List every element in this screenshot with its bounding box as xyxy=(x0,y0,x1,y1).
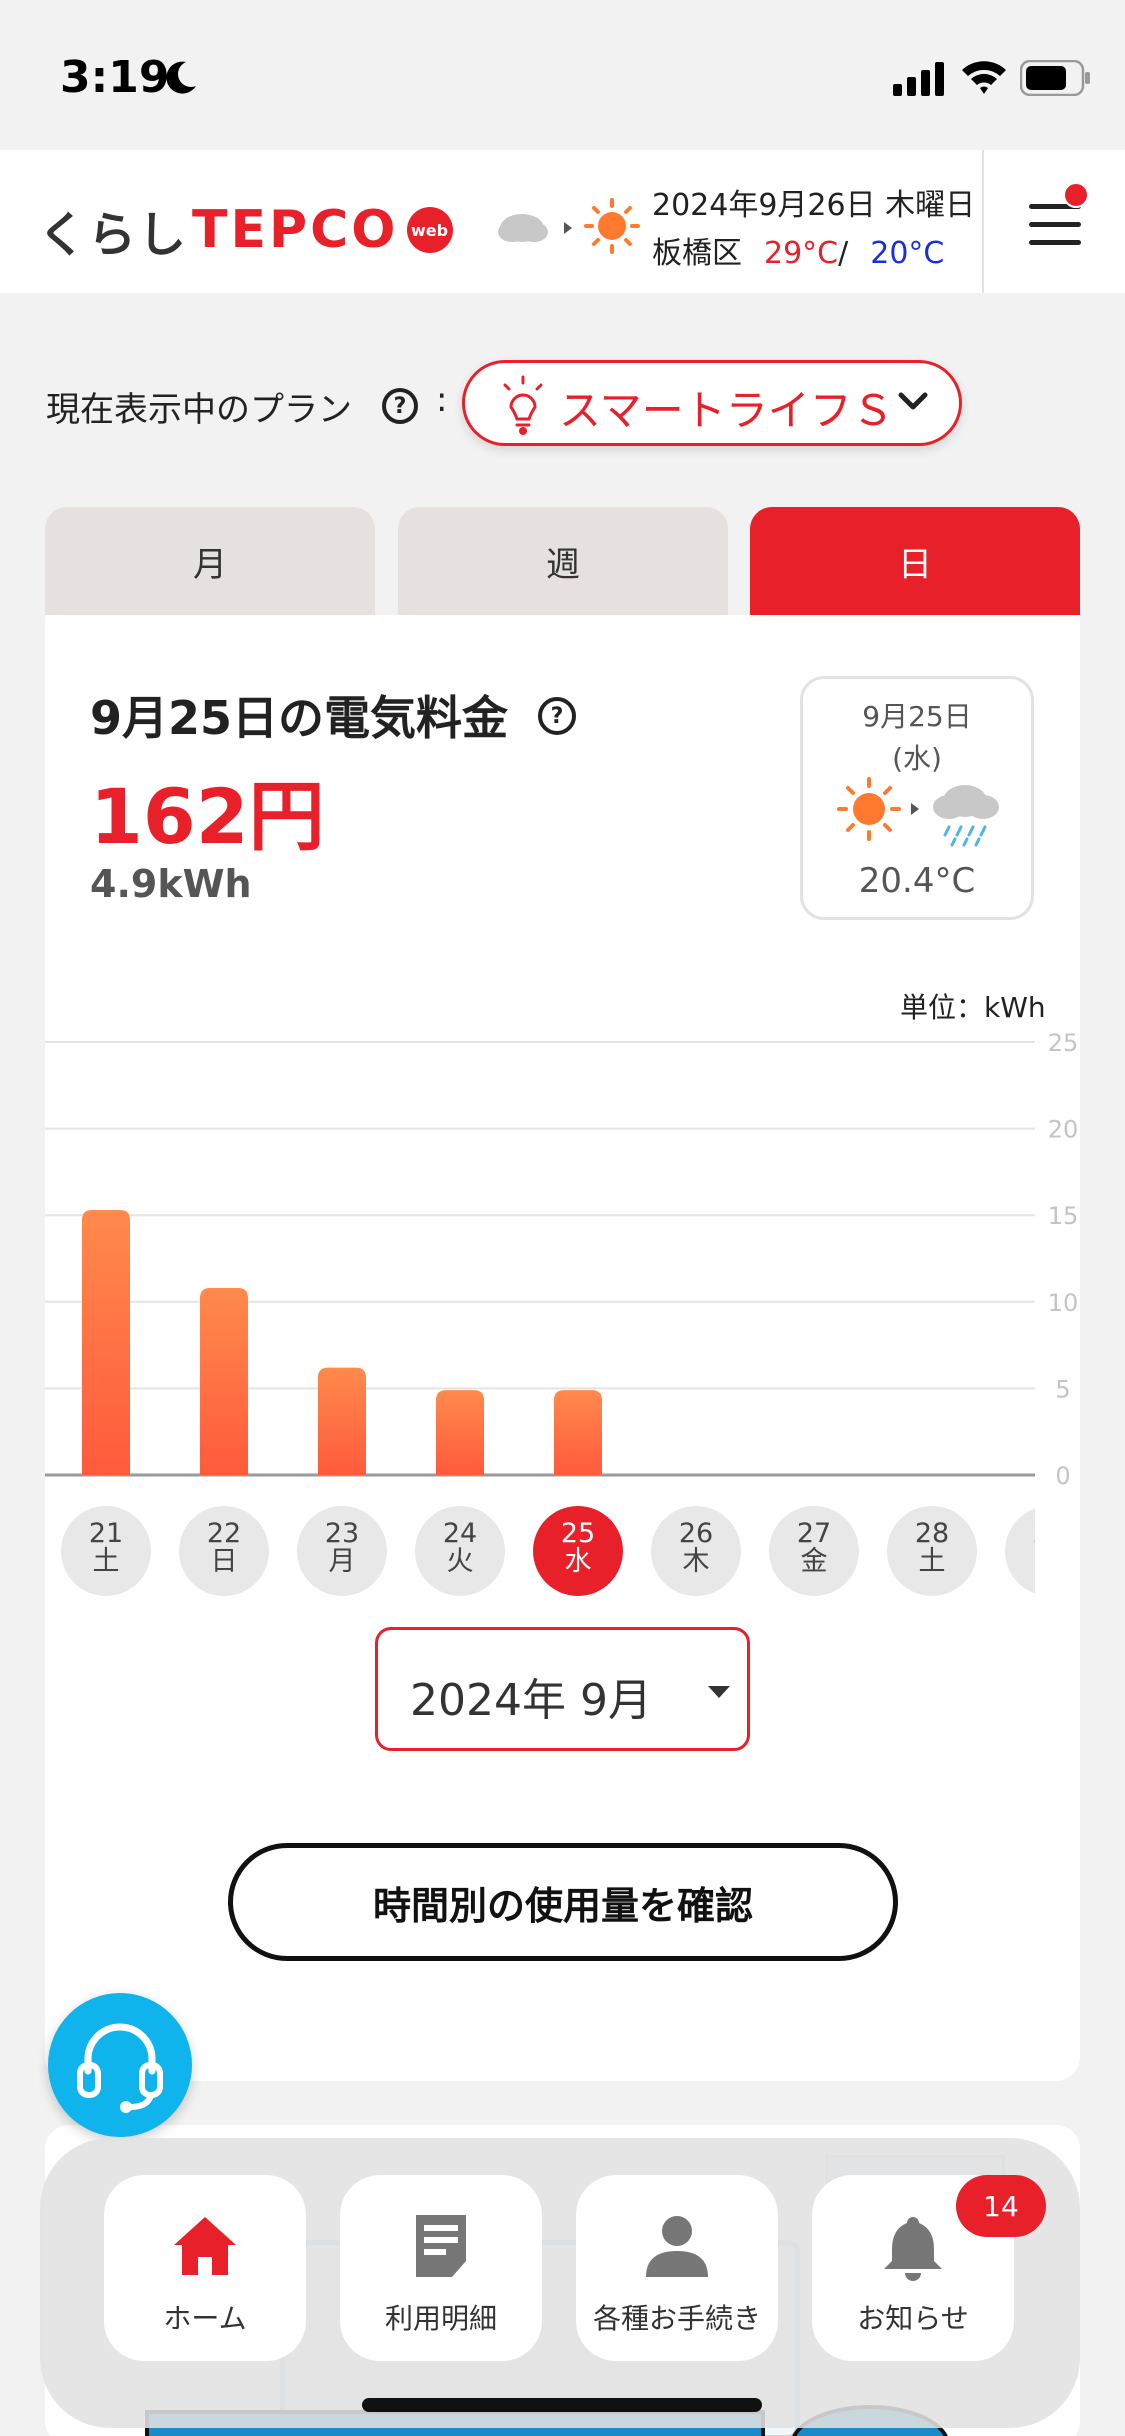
chart-y-tick-label: 20 xyxy=(1048,1116,1079,1144)
day-chip-date: 28 xyxy=(914,1518,950,1549)
day-chip-date: 29 xyxy=(1005,1520,1035,1548)
day-chip-date: 23 xyxy=(324,1518,360,1549)
day-selector: 21土22日23月24火25水26木27金28土29日 xyxy=(45,0,1035,2436)
chart-y-tick-label: 0 xyxy=(1055,1462,1070,1490)
notification-badge: 14 xyxy=(956,2175,1046,2237)
nav-procedures[interactable]: 各種お手続き xyxy=(576,2175,778,2361)
home-icon xyxy=(174,2217,236,2275)
day-chip-21[interactable]: 21 土 xyxy=(61,1506,151,1596)
caret-down-icon xyxy=(708,1686,730,1698)
menu-notification-dot xyxy=(1063,182,1089,208)
day-chip-23[interactable]: 23 月 xyxy=(297,1506,387,1596)
month-select[interactable]: 2024年 9月 xyxy=(375,1627,750,1751)
day-chip-weekday: 土 xyxy=(918,1546,946,1577)
person-icon xyxy=(646,2216,708,2277)
day-chip-date: 27 xyxy=(796,1518,832,1549)
day-chip-weekday: 金 xyxy=(800,1546,828,1577)
day-chip-weekday: 日 xyxy=(1005,1548,1035,1576)
day-chip-24[interactable]: 24 火 xyxy=(415,1506,505,1596)
nav-home[interactable]: ホーム xyxy=(104,2175,306,2361)
chart-y-tick-label: 10 xyxy=(1048,1289,1079,1317)
day-chip-22[interactable]: 22 日 xyxy=(179,1506,269,1596)
day-chip-29[interactable]: 29日 xyxy=(1005,1506,1035,1596)
day-chip-25[interactable]: 25 水 xyxy=(533,1506,623,1596)
chart-y-tick-label: 25 xyxy=(1048,1030,1079,1057)
day-chip-date: 25 xyxy=(560,1518,596,1549)
day-chip-weekday: 水 xyxy=(564,1546,592,1577)
day-chip-weekday: 土 xyxy=(92,1546,120,1577)
month-select-value: 2024年 9月 xyxy=(410,1675,652,1726)
chart-y-tick-label: 15 xyxy=(1048,1202,1079,1230)
headset-icon xyxy=(77,2023,163,2113)
day-chip-weekday: 木 xyxy=(682,1546,710,1577)
nav-notifications-label: お知らせ xyxy=(857,2302,969,2335)
day-chip-date: 22 xyxy=(206,1518,242,1549)
nav-home-label: ホーム xyxy=(163,2302,247,2335)
day-chip-26[interactable]: 26 木 xyxy=(651,1506,741,1596)
chart-y-tick-label: 5 xyxy=(1055,1375,1070,1403)
hourly-usage-button[interactable]: 時間別の使用量を確認 xyxy=(228,1843,898,1961)
day-chip-28[interactable]: 28 土 xyxy=(887,1506,977,1596)
home-indicator xyxy=(362,2398,762,2412)
day-chip-date: 21 xyxy=(88,1518,124,1549)
day-chip-date: 24 xyxy=(442,1518,478,1549)
day-chip-27[interactable]: 27 金 xyxy=(769,1506,859,1596)
day-chip-weekday: 月 xyxy=(328,1546,356,1577)
support-button[interactable] xyxy=(48,1993,192,2137)
bell-icon xyxy=(884,2217,942,2281)
menu-line xyxy=(1029,222,1081,227)
day-chip-weekday: 火 xyxy=(446,1546,474,1577)
document-icon xyxy=(416,2215,466,2277)
nav-procedures-label: 各種お手続き xyxy=(592,2302,761,2335)
nav-billing[interactable]: 利用明細 xyxy=(340,2175,542,2361)
nav-billing-label: 利用明細 xyxy=(384,2302,497,2335)
menu-line xyxy=(1029,240,1081,245)
day-chip-date: 26 xyxy=(678,1518,714,1549)
day-chip-weekday: 日 xyxy=(210,1546,238,1577)
